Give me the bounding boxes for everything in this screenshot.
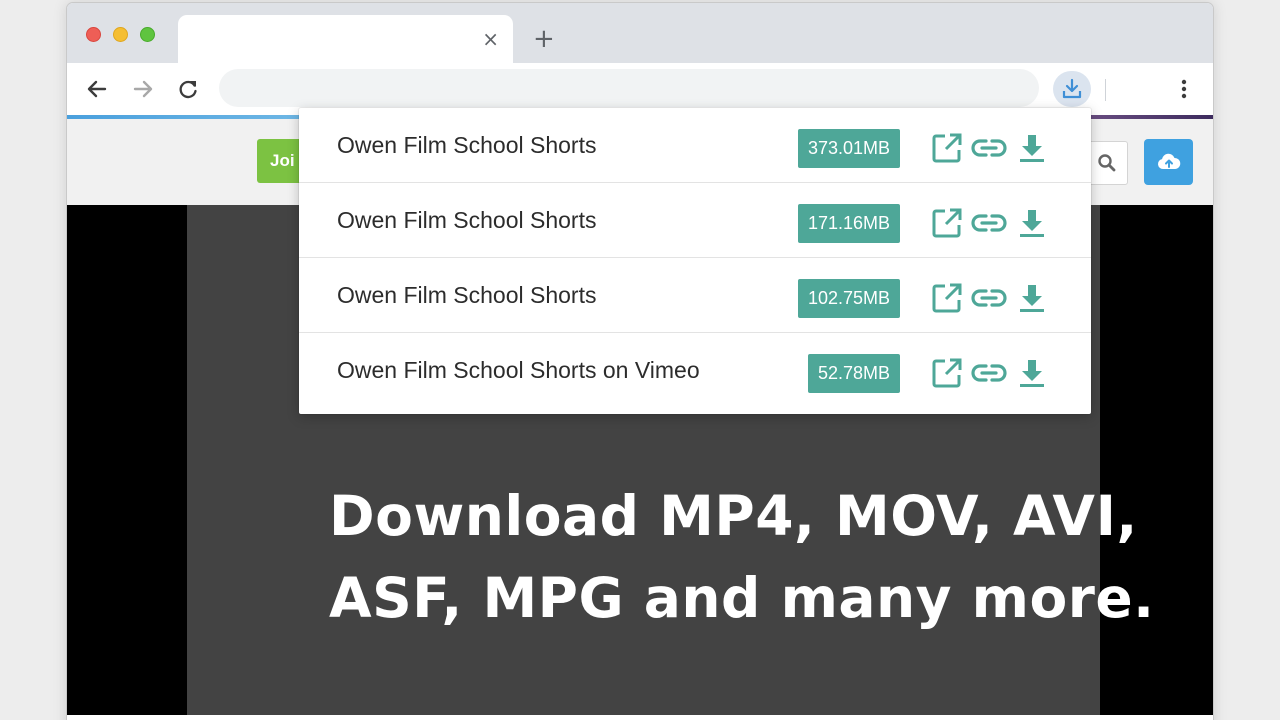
size-badge: 171.16MB <box>797 204 900 243</box>
list-item: Owen Film School Shorts 171.16MB <box>299 183 1091 258</box>
download-title: Owen Film School Shorts on Vimeo <box>337 357 700 383</box>
open-external-icon <box>932 283 962 313</box>
download-button[interactable] <box>1014 280 1050 316</box>
open-external-button[interactable] <box>929 280 965 316</box>
link-icon <box>971 139 1007 157</box>
download-icon <box>1020 360 1044 387</box>
page-bottom-strip <box>67 715 1213 720</box>
close-window-button[interactable] <box>86 27 101 42</box>
download-extension-icon <box>1062 78 1082 99</box>
caption-line-1: Download MP4, MOV, AVI, <box>329 484 1138 548</box>
download-extension-button[interactable] <box>1053 71 1091 107</box>
download-title: Owen Film School Shorts <box>337 132 597 158</box>
download-button[interactable] <box>1014 130 1050 166</box>
copy-link-button[interactable] <box>971 280 1007 316</box>
list-item: Owen Film School Shorts on Vimeo 52.78MB <box>299 333 1091 409</box>
link-icon <box>971 214 1007 232</box>
minimize-window-button[interactable] <box>113 27 128 42</box>
copy-link-button[interactable] <box>971 205 1007 241</box>
back-button[interactable] <box>83 75 111 103</box>
new-tab-button[interactable]: + <box>533 25 555 53</box>
download-button[interactable] <box>1014 205 1050 241</box>
search-icon <box>1097 154 1115 172</box>
link-icon <box>971 289 1007 307</box>
download-icon <box>1020 135 1044 162</box>
download-button[interactable] <box>1014 355 1050 391</box>
download-title: Owen Film School Shorts <box>337 207 597 233</box>
open-external-icon <box>932 133 962 163</box>
list-item: Owen Film School Shorts 373.01MB <box>299 108 1091 183</box>
size-badge: 373.01MB <box>797 129 900 168</box>
reload-button[interactable] <box>174 75 202 103</box>
open-external-button[interactable] <box>929 355 965 391</box>
open-external-button[interactable] <box>929 130 965 166</box>
list-item: Owen Film School Shorts 102.75MB <box>299 258 1091 333</box>
browser-menu-button[interactable] <box>1170 75 1198 103</box>
promo-caption: Download MP4, MOV, AVI, ASF, MPG and man… <box>329 475 1213 639</box>
site-search-button[interactable] <box>1085 141 1128 185</box>
size-badge: 102.75MB <box>797 279 900 318</box>
upload-button[interactable] <box>1144 139 1193 185</box>
download-icon <box>1020 210 1044 237</box>
forward-button[interactable] <box>129 75 157 103</box>
downloads-popup: Owen Film School Shorts 373.01MB Owen Fi… <box>299 108 1091 414</box>
size-badge: 52.78MB <box>807 354 900 393</box>
maximize-window-button[interactable] <box>140 27 155 42</box>
link-icon <box>971 364 1007 382</box>
tab-bar: × + <box>67 3 1213 63</box>
open-external-button[interactable] <box>929 205 965 241</box>
browser-tab[interactable]: × <box>178 15 513 63</box>
caption-line-2: ASF, MPG and many more. <box>329 566 1155 630</box>
reload-icon <box>179 80 197 99</box>
toolbar-divider <box>1105 79 1106 101</box>
tab-close-icon[interactable]: × <box>482 27 499 51</box>
open-external-icon <box>932 358 962 388</box>
copy-link-button[interactable] <box>971 355 1007 391</box>
copy-link-button[interactable] <box>971 130 1007 166</box>
download-icon <box>1020 285 1044 312</box>
cloud-upload-icon <box>1157 153 1180 169</box>
open-external-icon <box>932 208 962 238</box>
download-title: Owen Film School Shorts <box>337 282 597 308</box>
back-arrow-icon <box>87 80 107 98</box>
address-bar[interactable] <box>219 69 1039 107</box>
kebab-menu-icon <box>1181 79 1187 99</box>
forward-arrow-icon <box>133 80 153 98</box>
